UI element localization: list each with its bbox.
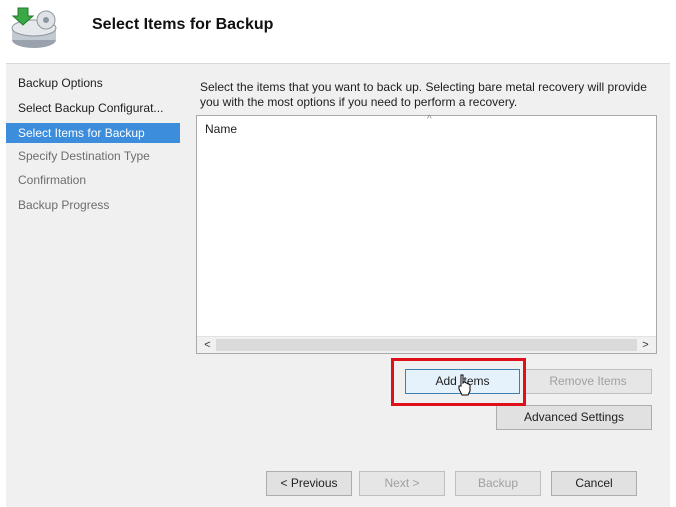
step-backup-progress: Backup Progress xyxy=(18,198,110,212)
step-select-backup-configuration[interactable]: Select Backup Configurat... xyxy=(6,98,180,118)
mouse-pointer-icon xyxy=(458,374,471,396)
previous-button[interactable]: < Previous xyxy=(266,471,352,496)
scroll-left-arrow-icon[interactable]: < xyxy=(199,337,216,354)
wizard-steps-sidebar: Backup Options Select Backup Configurat.… xyxy=(6,63,180,507)
remove-items-button: Remove Items xyxy=(524,369,652,394)
backup-wizard-icon xyxy=(11,7,57,48)
scrollbar-thumb[interactable] xyxy=(216,339,637,351)
cancel-button[interactable]: Cancel xyxy=(551,471,637,496)
backup-items-list[interactable]: Name ^ < > xyxy=(196,114,657,354)
page-title: Select Items for Backup xyxy=(92,16,274,33)
advanced-settings-button[interactable]: Advanced Settings xyxy=(496,405,652,430)
scroll-right-arrow-icon[interactable]: > xyxy=(637,337,654,354)
sort-ascending-icon: ^ xyxy=(427,114,432,125)
instructions-text: Select the items that you want to back u… xyxy=(200,80,647,109)
step-confirmation: Confirmation xyxy=(18,173,87,187)
backup-button: Backup xyxy=(455,471,541,496)
next-button: Next > xyxy=(359,471,445,496)
step-backup-options[interactable]: Backup Options xyxy=(6,73,180,93)
horizontal-scrollbar[interactable]: < > xyxy=(197,336,656,353)
name-column-header[interactable]: Name xyxy=(205,122,237,136)
step-specify-destination-type: Specify Destination Type xyxy=(18,149,150,163)
wizard-header: Select Items for Backup xyxy=(0,0,676,58)
step-select-items-for-backup[interactable]: Select Items for Backup xyxy=(6,123,180,143)
